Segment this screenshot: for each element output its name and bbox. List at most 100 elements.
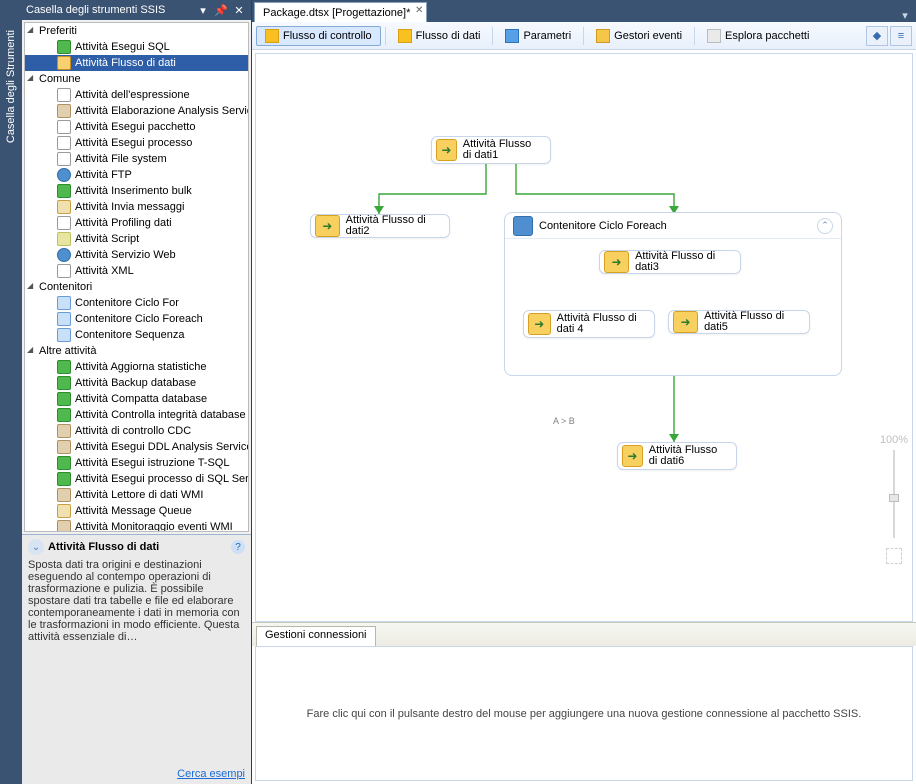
toolbox-item[interactable]: Attività Monitoraggio eventi WMI [25,519,248,532]
toolbox-item[interactable]: Contenitore Ciclo Foreach [25,311,248,327]
toolbox-item-icon [57,328,71,342]
task-data-flow-4[interactable]: Attività Flusso di dati 4 [523,310,655,338]
toolbox-item-label: Attività Elaborazione Analysis Services [75,105,248,117]
document-tab-close-icon[interactable]: ✕ [415,5,423,16]
toolbox-category[interactable]: Contenitori [25,279,248,295]
toolbox-item[interactable]: Attività Compatta database [25,391,248,407]
toolbox-item[interactable]: Attività Controlla integrità database [25,407,248,423]
task-label: Attività Flusso di dati3 [635,251,730,273]
toolbox-item[interactable]: Attività Elaborazione Analysis Services [25,103,248,119]
toolbox-item[interactable]: Attività Esegui pacchetto [25,119,248,135]
tab-package-explorer[interactable]: Esplora pacchetti [699,27,817,45]
toolbox-item[interactable]: Attività Esegui SQL [25,39,248,55]
toolbox-item[interactable]: Attività File system [25,151,248,167]
toolbox-help-panel: ⌄ Attività Flusso di dati ? Sposta dati … [22,534,251,784]
zoom-slider[interactable]: 100% [882,434,906,564]
toolbox-item[interactable]: Attività Profiling dati [25,215,248,231]
task-data-flow-1[interactable]: Attività Flusso di dati1 [431,136,551,164]
task-data-flow-6[interactable]: Attività Flusso di dati6 [617,442,737,470]
toolbox-item-label: Attività Esegui SQL [75,41,170,53]
foreach-icon [513,216,533,236]
toolbox-item-icon [57,248,71,262]
toolbox-category[interactable]: Altre attività [25,343,248,359]
constraint-label: A > B [553,416,575,426]
toolbox-close-icon[interactable]: ✕ [231,2,247,18]
toolbox-dropdown-icon[interactable]: ▾ [195,2,211,18]
designer-panel: Package.dtsx [Progettazione]* ✕ ▾ Flusso… [252,0,916,784]
toolbox-item-icon [57,168,71,182]
task-data-flow-2[interactable]: Attività Flusso di dati2 [310,214,450,238]
toolbox-item-label: Attività File system [75,153,167,165]
document-tab[interactable]: Package.dtsx [Progettazione]* ✕ [254,2,427,22]
design-canvas[interactable]: Attività Flusso di dati1 Attività Flusso… [255,53,913,622]
toolbox-item-label: Attività Servizio Web [75,249,176,261]
tab-control-flow[interactable]: Flusso di controllo [256,26,381,46]
toolbox-pin-icon[interactable]: 📌 [213,2,229,18]
toolbox-item[interactable]: Attività XML [25,263,248,279]
variables-button[interactable]: ≡ [890,26,912,46]
toolbox-item[interactable]: Attività Script [25,231,248,247]
toolbox-item-label: Attività Lettore di dati WMI [75,489,203,501]
task-icon [673,311,698,333]
task-label: Attività Flusso di dati6 [649,445,726,467]
toolbox-category[interactable]: Comune [25,71,248,87]
toolbox-item-icon [57,360,71,374]
toolbox-item[interactable]: Attività Esegui istruzione T-SQL [25,455,248,471]
zoom-fit-icon[interactable] [886,548,902,564]
toolbox-item-label: Attività FTP [75,169,132,181]
tab-data-flow[interactable]: Flusso di dati [390,27,489,45]
toolbox-item[interactable]: Attività FTP [25,167,248,183]
toolbox-item-icon [57,472,71,486]
toolbox-item-label: Attività di controllo CDC [75,425,191,437]
zoom-track[interactable] [893,450,895,538]
document-tab-label: Package.dtsx [Progettazione]* [263,7,410,19]
tab-event-handlers[interactable]: Gestori eventi [588,27,690,45]
toolbox-item[interactable]: Attività Flusso di dati [25,55,248,71]
toolbox-item[interactable]: Attività di controllo CDC [25,423,248,439]
toolbox-item-label: Attività Esegui processo [75,137,192,149]
control-flow-icon [265,29,279,43]
foreach-container[interactable]: Contenitore Ciclo Foreach ⌃ [504,212,842,376]
connection-managers-tab[interactable]: Gestioni connessioni [256,626,376,646]
toolbox-item[interactable]: Contenitore Ciclo For [25,295,248,311]
side-tab-toolbox[interactable]: Casella degli Strumenti [3,24,19,149]
toolbox-item-icon [57,200,71,214]
help-expand-icon[interactable]: ⌄ [28,539,44,555]
toolbox-item-label: Attività Script [75,233,139,245]
help-samples-link[interactable]: Cerca esempi [28,764,245,780]
zoom-thumb[interactable] [889,494,899,502]
toolbox-item[interactable]: Attività Lettore di dati WMI [25,487,248,503]
toolbox-item-icon [57,264,71,278]
toolbox-item[interactable]: Contenitore Sequenza [25,327,248,343]
toolbox-item-label: Attività Invia messaggi [75,201,184,213]
toolbox-item-icon [57,232,71,246]
toolbox-item[interactable]: Attività Servizio Web [25,247,248,263]
toolbox-item[interactable]: Attività Backup database [25,375,248,391]
toolbox-item[interactable]: Attività Esegui processo [25,135,248,151]
tabbar-overflow-icon[interactable]: ▾ [898,8,912,22]
tab-parameters[interactable]: Parametri [497,27,579,45]
toolbox-item[interactable]: Attività dell'espressione [25,87,248,103]
toolbox-item[interactable]: Attività Message Queue [25,503,248,519]
toolbox-item-icon [57,184,71,198]
toolbox-title: Casella degli strumenti SSIS [26,4,195,16]
toolbox-item-icon [57,504,71,518]
toolbox-tree[interactable]: Preferiti Attività Esegui SQL Attività Flu… [24,22,249,532]
toolbox-item[interactable]: Attività Invia messaggi [25,199,248,215]
task-data-flow-3[interactable]: Attività Flusso di dati3 [599,250,741,274]
toolbox-item-label: Attività XML [75,265,134,277]
connection-managers-area[interactable]: Fare clic qui con il pulsante destro del… [255,646,913,781]
designer-tabs: Flusso di controllo Flusso di dati Param… [252,22,916,50]
container-collapse-icon[interactable]: ⌃ [817,218,833,234]
toolbox-item[interactable]: Attività Inserimento bulk [25,183,248,199]
task-data-flow-5[interactable]: Attività Flusso di dati5 [668,310,810,334]
event-handlers-icon [596,29,610,43]
toolbox-item-icon [57,216,71,230]
toolbox-item[interactable]: Attività Esegui processo di SQL Serv… [25,471,248,487]
help-question-icon[interactable]: ? [231,540,245,554]
toolbox-category[interactable]: Preferiti [25,23,248,39]
toolbox-item[interactable]: Attività Aggiorna statistiche [25,359,248,375]
toolbox-button[interactable]: ◆ [866,26,888,46]
toolbox-item[interactable]: Attività Esegui DDL Analysis Services [25,439,248,455]
task-icon [622,445,643,467]
